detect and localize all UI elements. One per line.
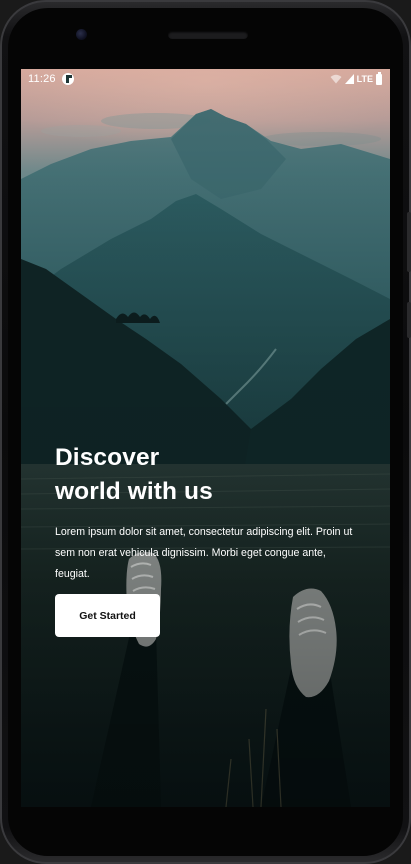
status-icons: LTE	[330, 71, 382, 86]
hero-description: Lorem ipsum dolor sit amet, consectetur …	[55, 526, 353, 580]
power-button	[407, 302, 411, 338]
hero-section: Discover world with us Lorem ipsum dolor…	[55, 441, 375, 585]
hero-title-line-2: world with us	[55, 478, 213, 505]
phone-frame: 11:26 LTE Discover world with us Lorem i…	[0, 0, 411, 864]
wifi-icon	[330, 74, 342, 84]
front-camera	[76, 29, 87, 40]
earpiece-speaker	[168, 31, 248, 39]
mountain-background-image	[21, 69, 390, 807]
battery-icon	[376, 71, 382, 85]
cellular-signal-icon	[344, 74, 354, 84]
app-screen: 11:26 LTE Discover world with us Lorem i…	[21, 69, 390, 807]
network-type-label: LTE	[356, 74, 373, 84]
hero-title-line-1: Discover	[55, 444, 160, 471]
get-started-button[interactable]: Get Started	[55, 594, 160, 637]
hero-title: Discover world with us	[55, 441, 375, 509]
notification-app-icon	[62, 73, 74, 85]
status-bar: 11:26 LTE	[21, 69, 390, 89]
volume-button	[407, 212, 411, 272]
status-time: 11:26	[28, 73, 56, 85]
